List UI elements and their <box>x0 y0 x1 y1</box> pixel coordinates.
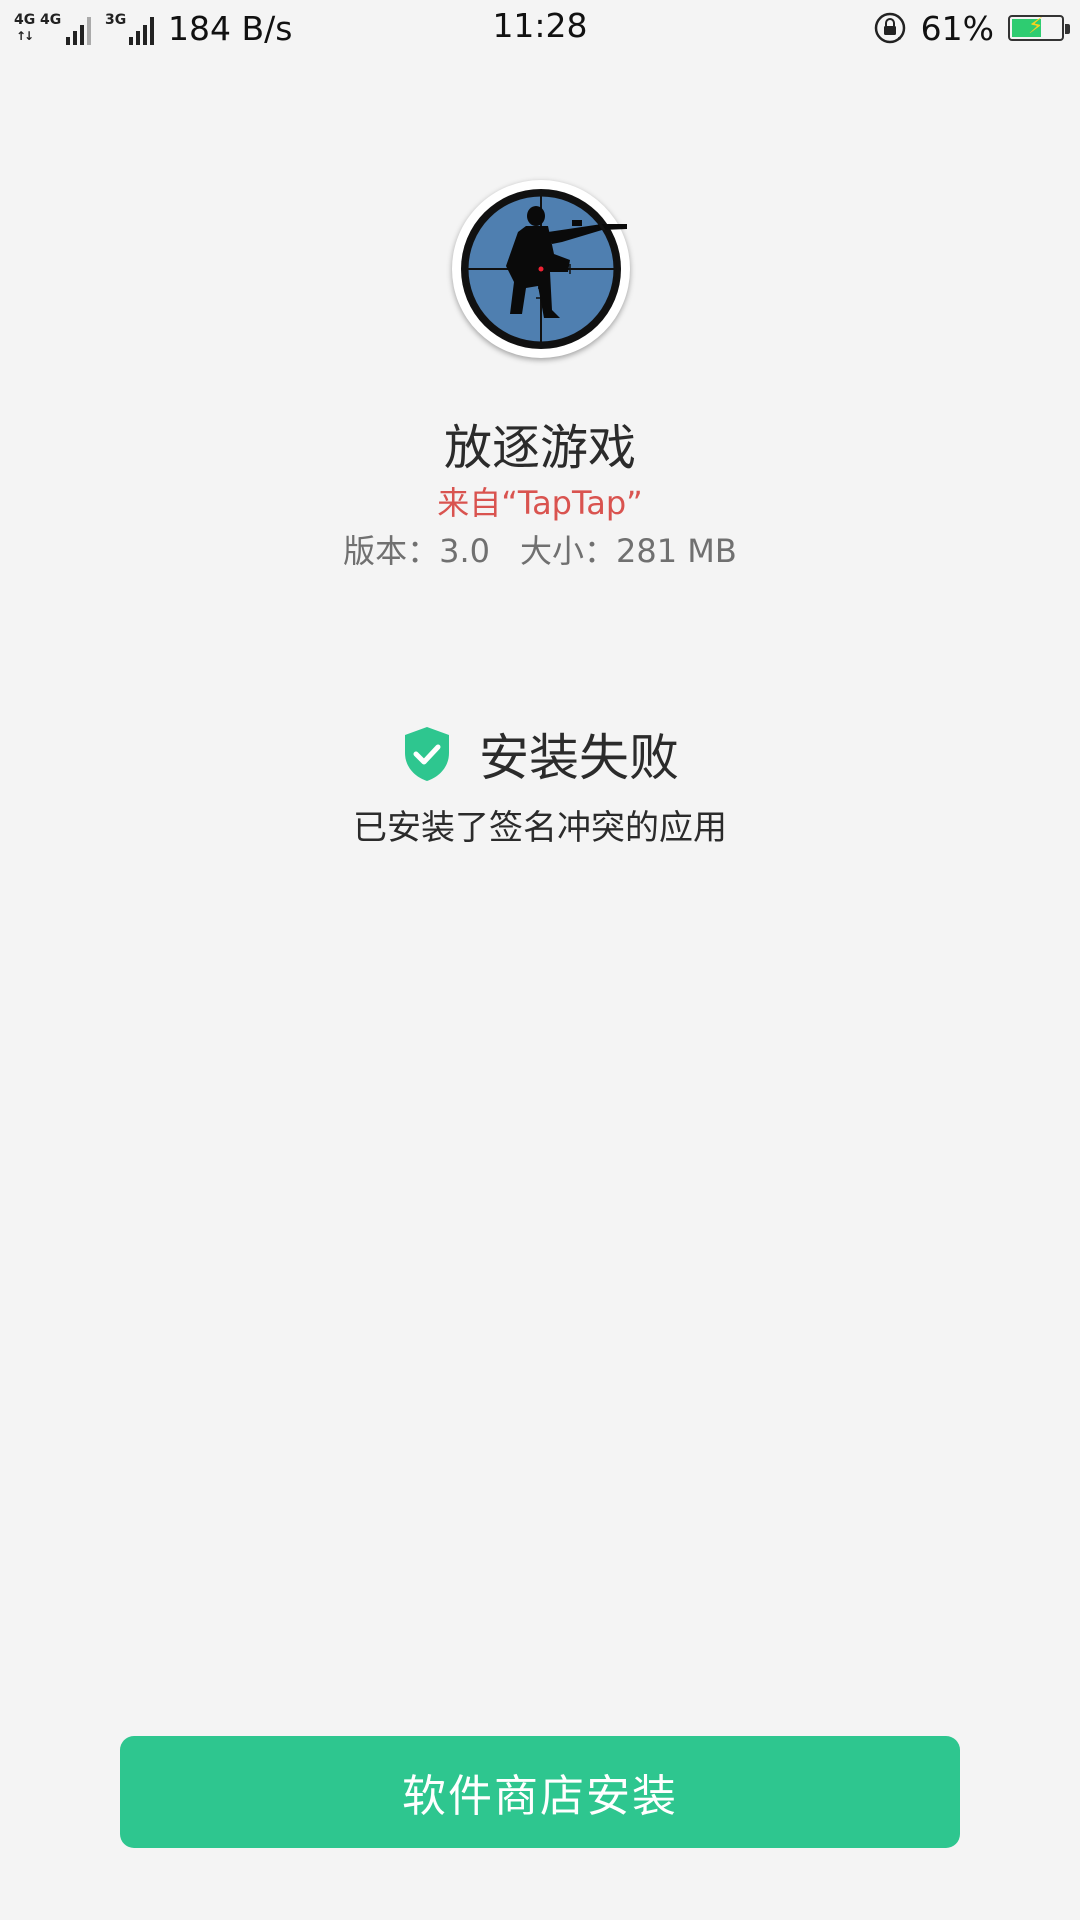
store-install-button[interactable]: 软件商店安装 <box>120 1736 960 1848</box>
battery-charging-icon: ⚡ <box>1008 14 1070 41</box>
status-bar: 4G ↑↓ 4G 3G 184 B/s 11:28 61% ⚡ <box>0 0 1080 56</box>
app-version: 版本：3.0 <box>343 532 491 570</box>
install-status-detail: 已安装了签名冲突的应用 <box>353 808 727 848</box>
app-icon <box>452 180 630 358</box>
charging-bolt-icon: ⚡ <box>1028 14 1044 39</box>
battery-percent: 61% <box>920 8 994 48</box>
sniper-scope-icon <box>461 189 627 349</box>
app-meta: 版本：3.0 大小：281 MB <box>0 526 1080 572</box>
app-size: 大小：281 MB <box>520 532 737 570</box>
installer-screen: 4G ↑↓ 4G 3G 184 B/s 11:28 61% ⚡ 放逐游戏 来自“… <box>0 0 1080 1920</box>
app-name: 放逐游戏 <box>443 420 636 476</box>
shield-check-icon <box>405 727 449 781</box>
status-bar-right: 61% ⚡ <box>873 6 1070 50</box>
install-status: 安装失败 <box>0 718 1080 790</box>
rotation-lock-icon <box>874 12 905 44</box>
install-status-title: 安装失败 <box>479 729 679 787</box>
app-source: 来自“TapTap” <box>437 484 643 522</box>
